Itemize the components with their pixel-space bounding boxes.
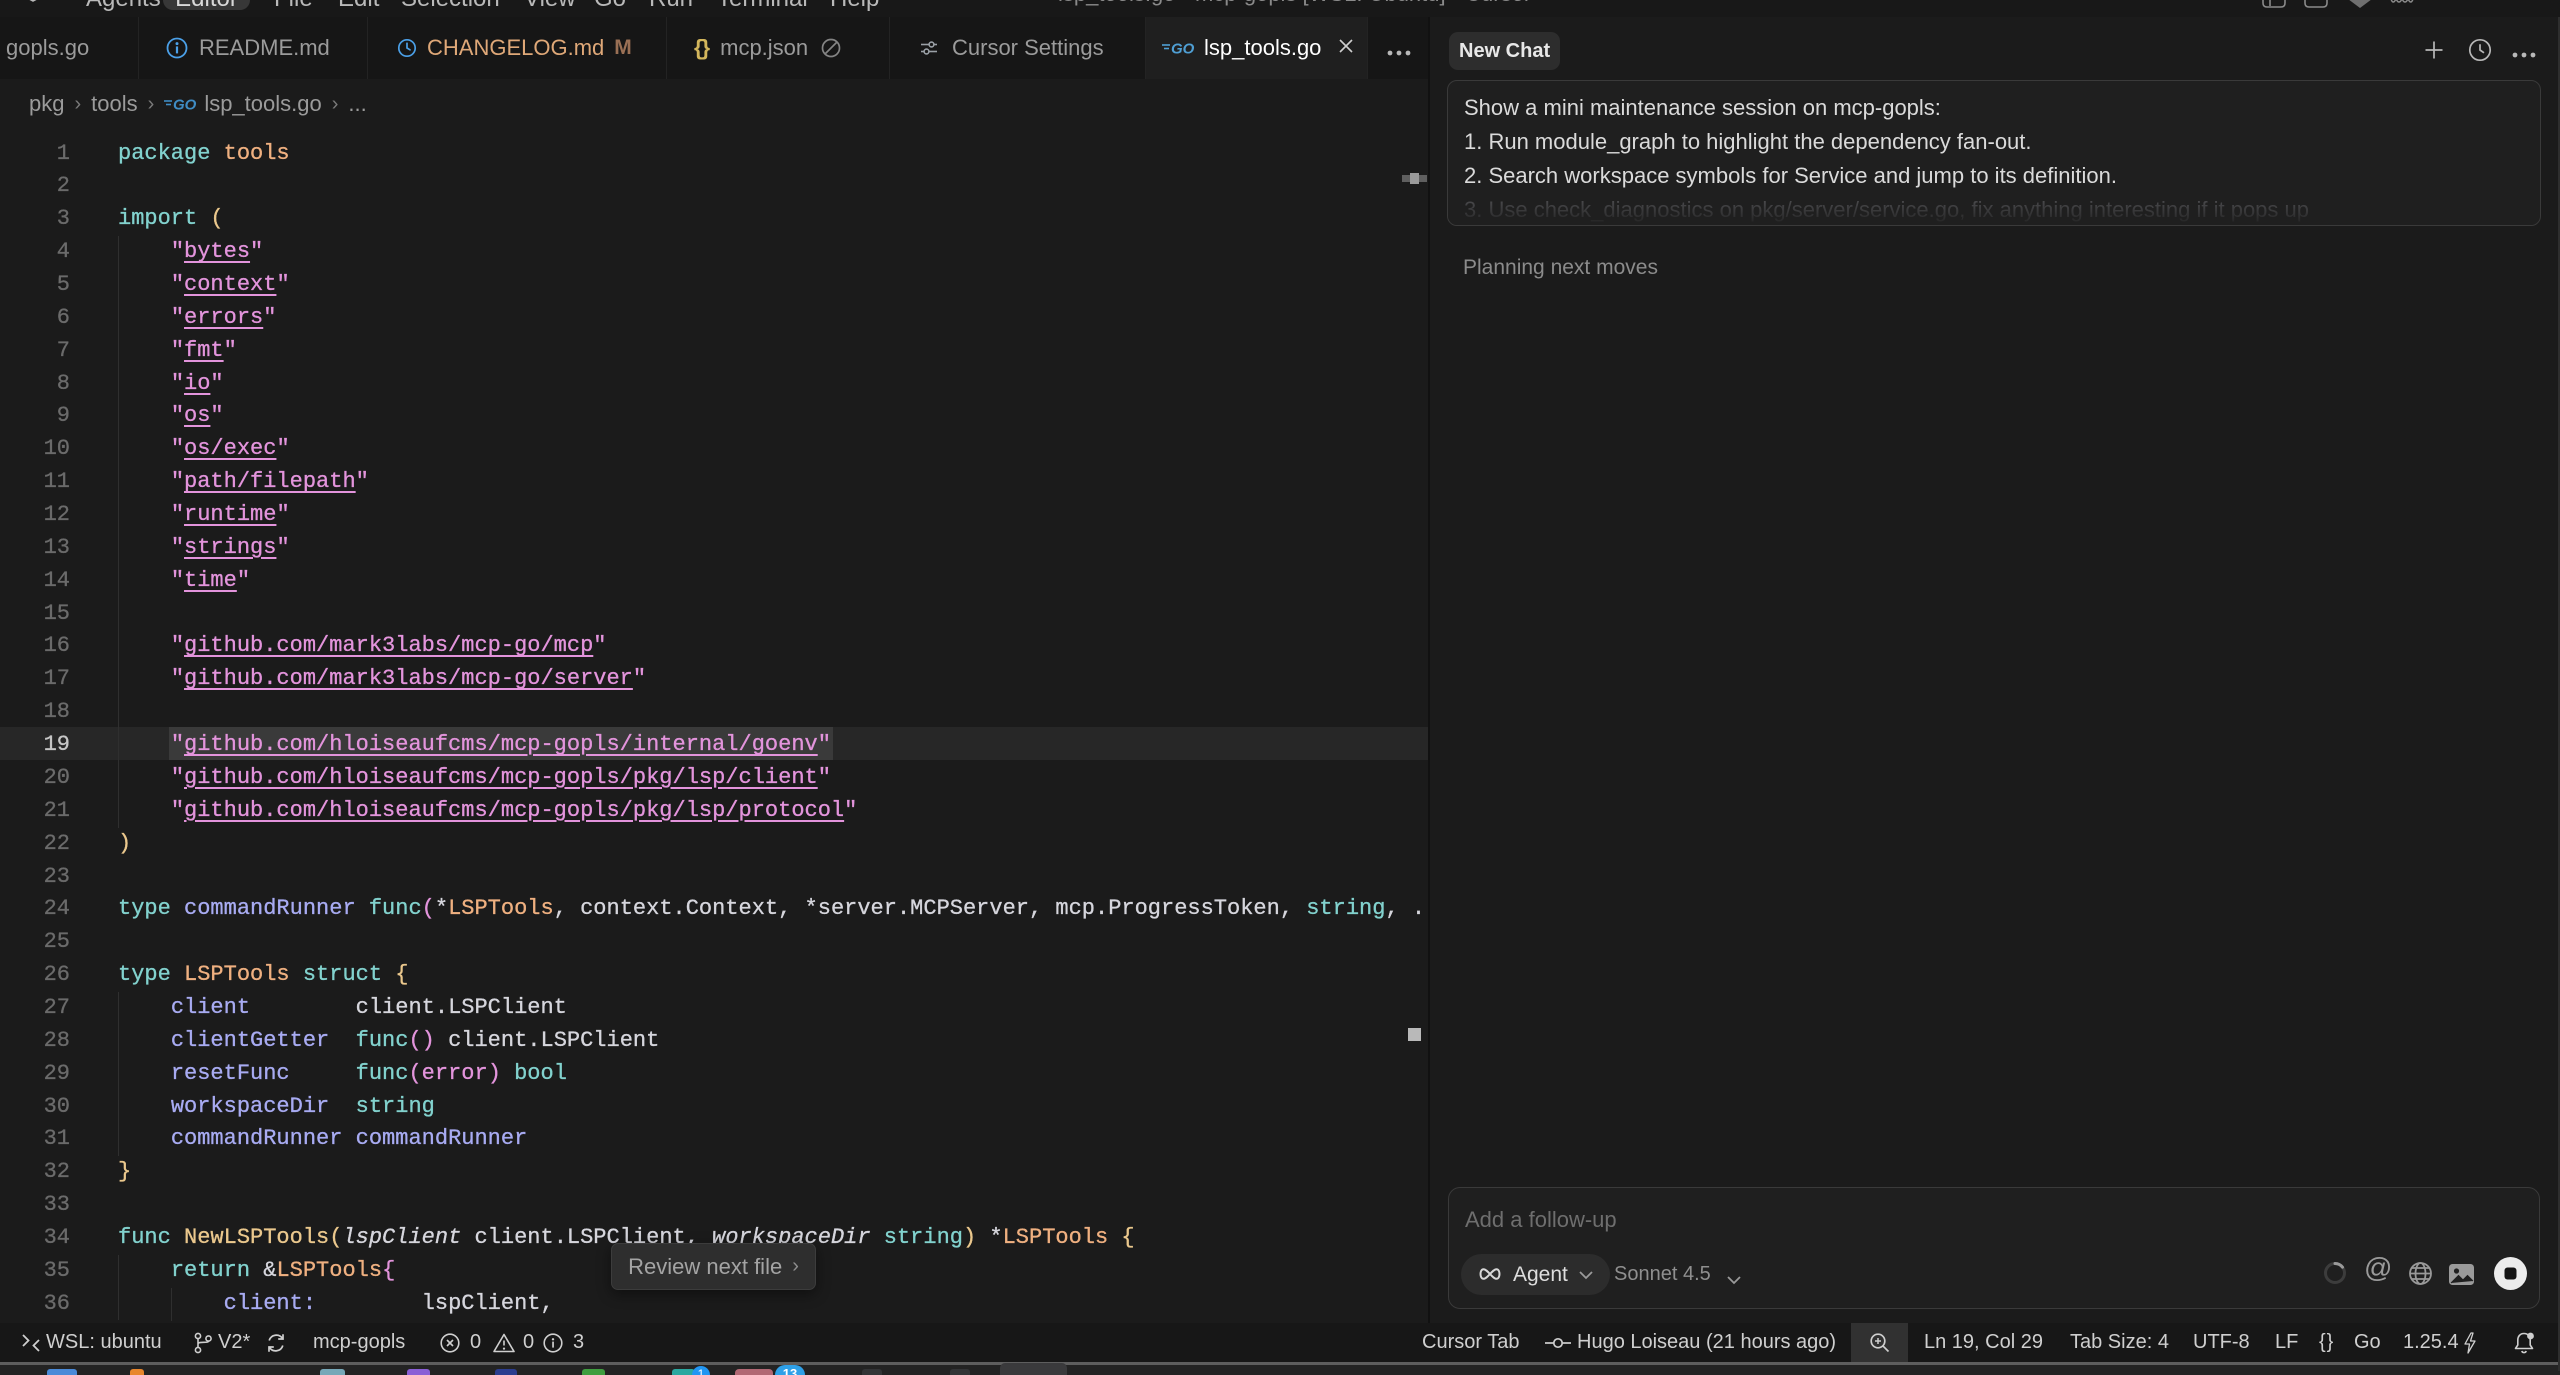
svg-text:GO: GO [1171, 41, 1195, 58]
svg-text:GO: GO [173, 96, 197, 113]
